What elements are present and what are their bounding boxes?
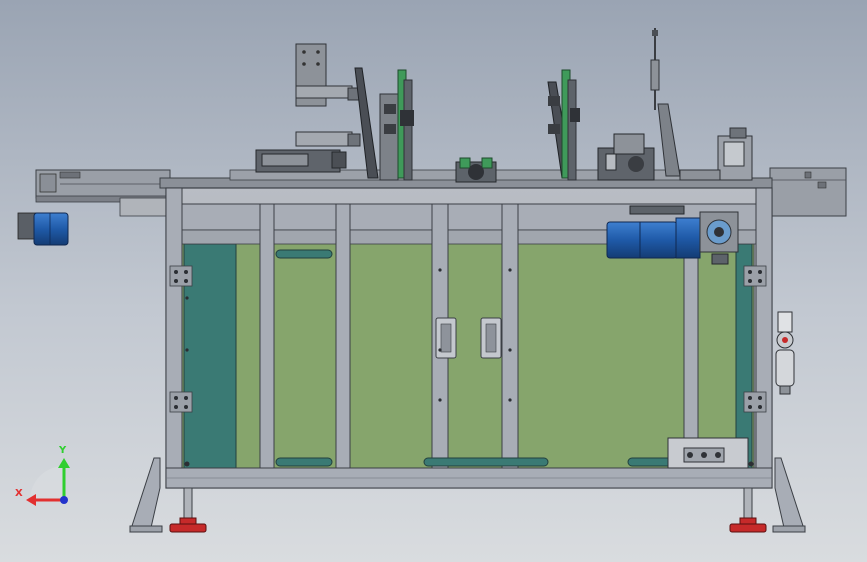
bottom-valve [667, 437, 749, 469]
coordinate-triad [26, 458, 70, 506]
left-conveyor [35, 169, 171, 217]
cad-viewport[interactable]: Y X [0, 0, 867, 562]
center-bearing [455, 157, 497, 183]
left-drive-motor [17, 212, 69, 246]
upper-left-mount [255, 43, 361, 173]
x-axis-label: X [15, 488, 23, 499]
air-regulator [775, 311, 795, 395]
right-housing [679, 127, 753, 181]
right-actuator [597, 28, 681, 181]
machine-drawing: Y X [15, 28, 847, 533]
y-axis-label: Y [58, 445, 67, 456]
right-conveyor [769, 167, 847, 217]
leveling-feet [169, 517, 767, 533]
